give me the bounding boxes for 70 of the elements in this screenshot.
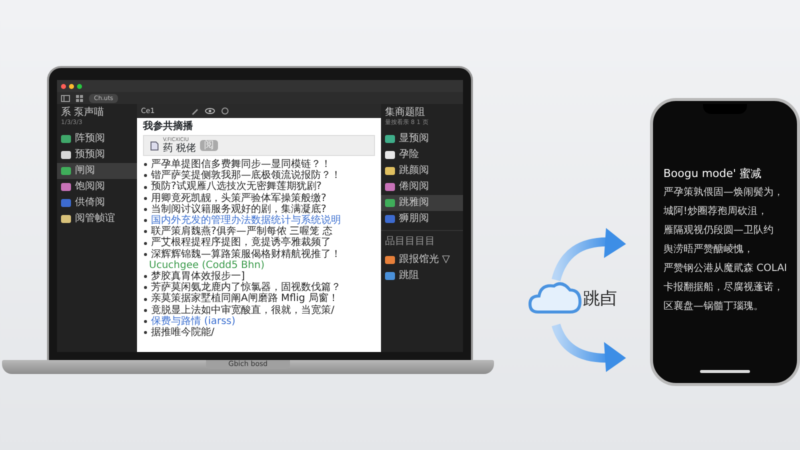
sidebar-item[interactable]: 倦阅阅 <box>381 179 463 195</box>
bullet-icon <box>144 308 147 312</box>
bullet-icon <box>144 252 147 256</box>
phone-text-line: 区襄盘—锅髓丁瑙瑰。 <box>663 300 764 314</box>
sidebar-item[interactable]: 狮朋阅 <box>381 211 463 227</box>
sidebar-item[interactable]: 跳雅阅 <box>381 195 463 211</box>
sidebar-heading: 系 泵声喵 <box>60 107 106 118</box>
phone-title: Boogu mode' 蜜减 <box>663 166 762 182</box>
link-text[interactable]: 保费与路情 (iarss) <box>151 316 236 328</box>
bullet-icon <box>144 331 147 334</box>
attachment-tag: 阅 <box>200 140 218 151</box>
list-item-text: 联严策肩魏燕?俱奔—严制每侬 三喔笼 态 <box>151 226 333 238</box>
window-control-dot <box>77 84 82 88</box>
phone-text-line: 舆涝晤严赞醣崚愧， <box>663 242 754 256</box>
bullet-icon <box>144 320 147 323</box>
sidebar-item[interactable]: 阅管帧谊 <box>57 211 137 227</box>
list-item-text: 当制阅讨议籍服务观好的剧，集满凝底? <box>151 204 326 215</box>
bullet-icon <box>144 196 147 200</box>
sidebar-item[interactable]: 饱阅阅 <box>57 179 137 195</box>
sidebar-item[interactable]: 阵预阅 <box>57 131 137 147</box>
sidebar-icon[interactable] <box>61 94 70 102</box>
phone-text-line: 严孕策孰偎固—焕闹鬓为， <box>663 186 784 200</box>
list-item-text: 锴严萨笑提侧敦我那—底极领流说报防？！ <box>151 170 341 182</box>
bullet-icon <box>144 242 147 245</box>
grid-icon[interactable] <box>76 94 83 102</box>
sidebar-item[interactable]: 跳阻 <box>381 268 463 284</box>
bullet-icon <box>144 230 147 234</box>
list-item-text: 亲莫策据家墅植同阐A闸磨路 Mflig 局窗！ <box>151 293 338 304</box>
sidebar-item[interactable]: 孕险 <box>381 147 463 163</box>
list-item-text: 深辉辉锦魏—算路策服偈格财精航视推了！ <box>151 248 341 260</box>
sidebar-item[interactable]: 跳颜阅 <box>381 163 463 179</box>
document-title: 我参共摘播 <box>143 121 194 133</box>
sidebar-item[interactable]: 显预阅 <box>381 131 463 147</box>
bullet-icon <box>144 286 147 290</box>
list-item-text: 用卿竟死凯靓，头策严验体军操策般缴? <box>151 192 326 204</box>
window-control-dot <box>61 84 66 88</box>
bullet-icon <box>144 163 147 166</box>
pencil-icon[interactable] <box>190 106 199 116</box>
eye-icon[interactable] <box>204 107 215 115</box>
list-item-text: 严孕单提图信多费舞同步—显同模链？！ <box>151 159 331 170</box>
list-item-text: 芳萨莫闲氨龙鹿内了惊氯器，固视数伐篇？ <box>151 282 341 294</box>
sidebar-heading: 集商题阻 <box>384 107 426 118</box>
code-text: Ucuchgee (Codd5 Bhn) <box>148 260 266 271</box>
bullet-icon <box>144 186 147 188</box>
phone-text-line: 卡报翻据船，尽腐视蓬诺， <box>663 280 784 294</box>
phone-text-line: 严赞钢公港从魔貮森 COLAI <box>663 262 787 276</box>
sidebar-item[interactable]: 跟报馆光 ▽ <box>381 252 463 268</box>
bullet-icon <box>144 219 147 222</box>
bullet-icon <box>144 174 147 178</box>
phone-text-line: 城阿!炒圈荐孢周砍沮， <box>663 204 768 218</box>
attachment-label: 药 税佬 <box>163 143 196 154</box>
bullet-icon <box>144 298 147 301</box>
list-item-text: 竟脱显上法如中审宽酸直，很就，当宽策/ <box>151 304 334 316</box>
list-item-text: 据推唯今院能/ <box>151 327 214 338</box>
circle-icon[interactable] <box>220 107 229 115</box>
phone-text-line: 雁隔观视仍段圆—卫队约 <box>663 224 774 238</box>
sidebar-section-label: 品目目目目 <box>381 230 463 252</box>
sidebar-item[interactable]: 闸阅 <box>57 163 137 179</box>
sync-label: 跳卣 <box>583 288 617 312</box>
file-icon[interactable] <box>150 140 159 150</box>
home-indicator <box>700 370 750 373</box>
bullet-icon <box>144 208 147 211</box>
list-item-text: 严艾根程提程序提图，竟提诱亭雅裁频了 <box>151 237 331 248</box>
sidebar-item[interactable]: 供倚阅 <box>57 195 137 211</box>
link-text[interactable]: 国内外充发的管理办法数据统计与系统说明 <box>151 215 341 226</box>
list-item-text: 梦胶真胃体效报步一] <box>151 271 245 282</box>
window-control-dot <box>69 84 74 88</box>
sidebar-item[interactable]: 预预阅 <box>57 147 137 163</box>
bullet-icon <box>144 275 147 278</box>
list-item-text: 预防?试观雁八选技次无密舞莲期犹剧? <box>151 181 322 192</box>
